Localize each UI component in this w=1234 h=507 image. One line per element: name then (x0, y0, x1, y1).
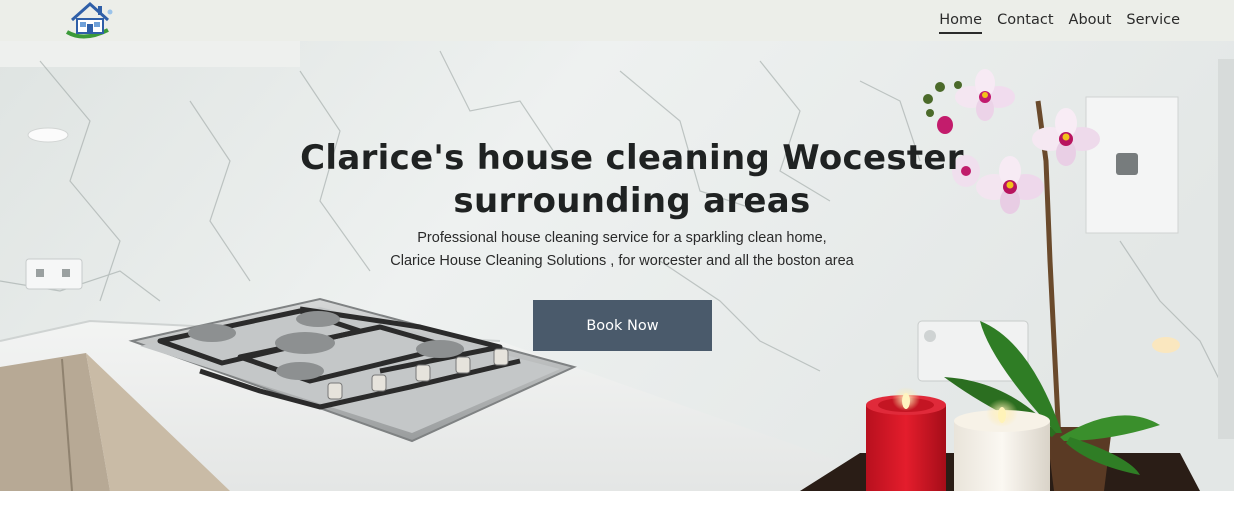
house-cleaning-logo-icon (65, 1, 113, 39)
nav-service[interactable]: Service (1126, 10, 1180, 32)
book-now-button[interactable]: Book Now (533, 300, 712, 351)
site-logo[interactable] (64, 0, 118, 40)
hero-subtitle-line-1: Professional house cleaning service for … (417, 230, 827, 246)
nav-home[interactable]: Home (939, 10, 982, 34)
hero-section: Clarice's house cleaning Wocester surrou… (0, 41, 1234, 491)
hero-subtitle-line-2: Clarice House Cleaning Solutions , for w… (390, 252, 854, 269)
nav-about[interactable]: About (1069, 10, 1112, 32)
hero-title-line-2: surrounding areas (453, 180, 811, 221)
hero-title-line-1: Clarice's house cleaning Wocester (300, 137, 964, 178)
hero-subtitle: Professional house cleaning service for … (0, 227, 1234, 272)
main-nav: Home Contact About Service (939, 0, 1180, 41)
site-header: Home Contact About Service (0, 0, 1234, 41)
hero-title: Clarice's house cleaning Wocester surrou… (0, 137, 1234, 223)
nav-contact[interactable]: Contact (997, 10, 1053, 32)
